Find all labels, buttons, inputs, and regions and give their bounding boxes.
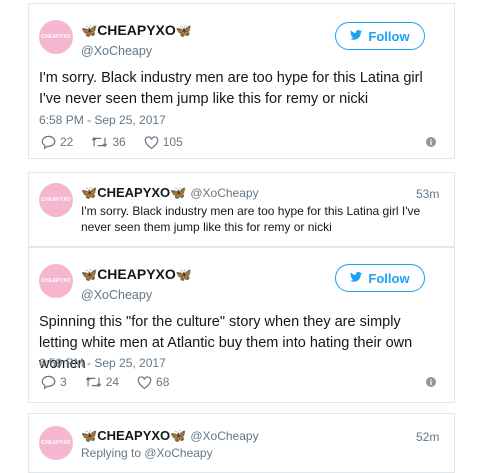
reply-button[interactable]: 3 xyxy=(41,375,67,389)
reply-icon xyxy=(41,135,56,149)
like-icon xyxy=(144,135,159,149)
display-name[interactable]: 🦋CHEAPYXO🦋 @XoCheapy xyxy=(81,185,259,201)
tweet-age[interactable]: 53m xyxy=(416,187,439,201)
butterfly-icon: 🦋 xyxy=(81,23,98,38)
user-handle: @XoCheapy xyxy=(190,429,259,443)
info-icon[interactable]: i xyxy=(426,377,436,387)
like-button[interactable]: 68 xyxy=(137,375,169,389)
display-name[interactable]: 🦋CHEAPYXO🦋 xyxy=(81,266,192,283)
retweet-button[interactable]: 24 xyxy=(85,375,119,389)
butterfly-icon: 🦋 xyxy=(175,267,192,282)
avatar[interactable]: CHEAPYXO xyxy=(39,264,73,298)
like-icon xyxy=(137,375,152,389)
replying-to[interactable]: Replying to @XoCheapy xyxy=(81,445,213,461)
user-handle[interactable]: @XoCheapy xyxy=(81,288,152,302)
tweet-card-1: CHEAPYXO 🦋CHEAPYXO🦋 @XoCheapy Follow I'm… xyxy=(28,3,455,159)
avatar[interactable]: CHEAPYXO xyxy=(39,183,73,217)
reply-button[interactable]: 22 xyxy=(41,135,73,149)
tweet-card-4[interactable]: CHEAPYXO 🦋CHEAPYXO🦋 @XoCheapy 52m Replyin… xyxy=(28,413,455,473)
info-icon[interactable]: i xyxy=(426,137,436,147)
tweet-timestamp[interactable]: 6:58 PM - Sep 25, 2017 xyxy=(39,113,166,127)
tweet-card-3: CHEAPYXO 🦋CHEAPYXO🦋 @XoCheapy Follow Spi… xyxy=(28,247,455,403)
user-handle[interactable]: @XoCheapy xyxy=(81,44,152,58)
display-name[interactable]: 🦋CHEAPYXO🦋 @XoCheapy xyxy=(81,428,259,444)
display-name[interactable]: 🦋CHEAPYXO🦋 xyxy=(81,22,192,39)
tweet-card-2[interactable]: CHEAPYXO 🦋CHEAPYXO🦋 @XoCheapy 53m I'm sor… xyxy=(28,172,455,247)
user-handle: @XoCheapy xyxy=(190,186,259,200)
twitter-bird-icon xyxy=(350,29,363,43)
like-button[interactable]: 105 xyxy=(144,135,183,149)
follow-button[interactable]: Follow xyxy=(335,22,425,50)
butterfly-icon: 🦋 xyxy=(81,428,98,443)
tweet-text: I'm sorry. Black industry men are too hy… xyxy=(81,204,421,234)
reply-icon xyxy=(41,375,56,389)
avatar[interactable]: CHEAPYXO xyxy=(39,426,73,460)
tweet-text: I'm sorry. Black industry men are too hy… xyxy=(39,70,423,107)
butterfly-icon: 🦋 xyxy=(175,23,192,38)
butterfly-icon: 🦋 xyxy=(170,185,187,200)
butterfly-icon: 🦋 xyxy=(81,185,98,200)
avatar[interactable]: CHEAPYXO xyxy=(39,20,73,54)
tweet-age[interactable]: 52m xyxy=(416,430,439,444)
butterfly-icon: 🦋 xyxy=(81,267,98,282)
follow-button[interactable]: Follow xyxy=(335,264,425,292)
twitter-bird-icon xyxy=(350,271,363,285)
retweet-icon xyxy=(85,376,101,388)
tweet-actions: 22 36 105 xyxy=(41,135,201,149)
butterfly-icon: 🦋 xyxy=(170,428,187,443)
retweet-button[interactable]: 36 xyxy=(91,135,126,149)
tweet-timestamp[interactable]: 6:59 PM - Sep 25, 2017 xyxy=(39,356,166,370)
tweet-actions: 3 24 68 xyxy=(41,375,187,389)
retweet-icon xyxy=(92,136,108,148)
